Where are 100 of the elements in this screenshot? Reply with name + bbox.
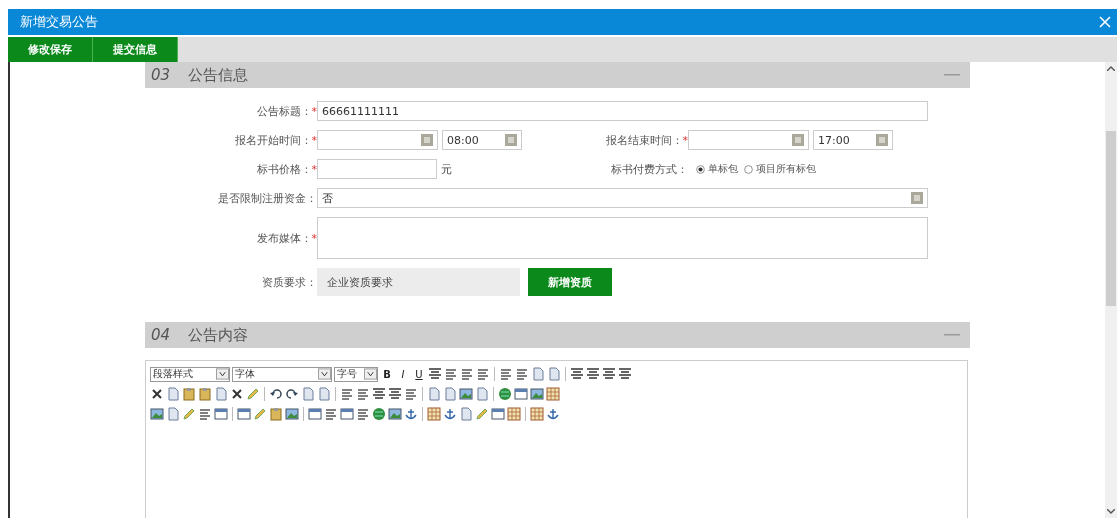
pencil-icon[interactable] [182,407,196,421]
lines-icon[interactable] [356,387,370,401]
required-mark: * [682,133,688,147]
required-mark: * [311,162,317,176]
unit-label: 元 [441,161,452,177]
lines-icon[interactable] [499,367,513,381]
section-title: 公告内容 [188,325,250,345]
format-button[interactable]: I [396,368,410,380]
field-label: 标书价格： [256,161,312,177]
page-icon[interactable] [443,387,457,401]
scroll-bar[interactable] [1105,62,1117,518]
format-button[interactable]: U [412,368,426,380]
window-title: 新增交易公告 [20,13,98,31]
radio-button[interactable] [696,164,705,174]
clipboard-icon[interactable] [198,387,212,401]
window-icon[interactable] [340,407,354,421]
align-icon[interactable] [388,387,402,401]
lines-icon[interactable] [324,407,338,421]
lines-icon[interactable] [198,407,212,421]
anchor-icon[interactable] [546,407,560,421]
scroll-up-icon[interactable] [1107,66,1115,71]
radio-label: 单标包 [708,162,738,176]
image-icon[interactable] [459,387,473,401]
anchor-icon[interactable] [443,407,457,421]
section-title: 公告信息 [188,65,250,85]
select-field[interactable]: 否 [317,188,928,208]
lines-icon[interactable] [460,367,474,381]
date-field[interactable] [688,130,809,150]
window-icon[interactable] [237,407,251,421]
page-icon[interactable] [166,407,180,421]
field-label: 发布媒体： [256,230,312,246]
radio-button[interactable] [744,164,753,174]
qualification-box: 企业资质要求 [317,268,520,296]
align-icon[interactable] [586,367,600,381]
scroll-down-icon[interactable] [1107,509,1115,514]
rich-text-editor[interactable]: 段落样式 字体 字号 B I U [145,360,968,518]
image-icon[interactable] [388,407,402,421]
undo-arrow-icon[interactable] [269,387,283,401]
toolbar-button[interactable]: 提交信息 [93,37,178,62]
align-icon[interactable] [428,367,442,381]
lines-icon[interactable] [404,387,418,401]
page-icon[interactable] [547,367,561,381]
text-field[interactable]: 66661111111 [317,101,928,121]
required-mark: * [311,104,317,118]
window-icon[interactable] [514,387,528,401]
grid-icon[interactable] [546,387,560,401]
editor-select[interactable]: 字号 [334,366,378,382]
align-icon[interactable] [618,367,632,381]
window-icon[interactable] [214,407,228,421]
toolbar-button[interactable]: 修改保存 [8,37,93,62]
clipboard-icon[interactable] [182,387,196,401]
grid-icon[interactable] [530,407,544,421]
close-icon[interactable] [1099,16,1111,28]
window-icon[interactable] [308,407,322,421]
lines-icon[interactable] [476,367,490,381]
image-icon[interactable] [285,407,299,421]
image-icon[interactable] [150,407,164,421]
clipboard-icon[interactable] [269,407,283,421]
field-label: 资质要求： [262,274,317,290]
pencil-icon[interactable] [475,407,489,421]
window-icon[interactable] [491,407,505,421]
section-number: 04 [151,326,171,344]
price-field[interactable] [317,159,437,179]
page-icon[interactable] [475,387,489,401]
page-icon[interactable] [531,367,545,381]
anchor-icon[interactable] [404,407,418,421]
field-label: 公告标题： [256,103,312,119]
time-field[interactable]: 08:00 [442,130,522,150]
image-icon[interactable] [530,387,544,401]
align-icon[interactable] [602,367,616,381]
add-button[interactable]: 新增资质 [528,268,612,296]
cross-icon[interactable] [150,387,164,401]
editor-select[interactable]: 段落样式 [150,366,230,382]
section-number: 03 [151,66,171,84]
page-icon[interactable] [427,387,441,401]
field-label: 标书付费方式： [611,161,688,177]
globe-icon[interactable] [498,387,512,401]
format-button[interactable]: B [380,368,394,380]
align-icon[interactable] [372,387,386,401]
field-label: 报名开始时间： [234,132,312,148]
editor-select[interactable]: 字体 [232,366,332,382]
lines-icon[interactable] [444,367,458,381]
lines-icon[interactable] [340,387,354,401]
page-icon[interactable] [317,387,331,401]
time-field[interactable]: 17:00 [813,130,893,150]
pencil-icon[interactable] [253,407,267,421]
align-icon[interactable] [570,367,584,381]
page-icon[interactable] [459,407,473,421]
cross-icon[interactable] [230,387,244,401]
required-mark: * [311,231,317,245]
grid-icon[interactable] [507,407,521,421]
date-field[interactable] [317,130,438,150]
lines-icon[interactable] [356,407,370,421]
redo-arrow-icon[interactable] [285,387,299,401]
scroll-thumb[interactable] [1106,131,1116,306]
globe-icon[interactable] [372,407,386,421]
lines-icon[interactable] [515,367,529,381]
field-label: 是否限制注册资金： [218,190,317,206]
grid-icon[interactable] [427,407,441,421]
radio-label: 项目所有标包 [756,162,816,176]
